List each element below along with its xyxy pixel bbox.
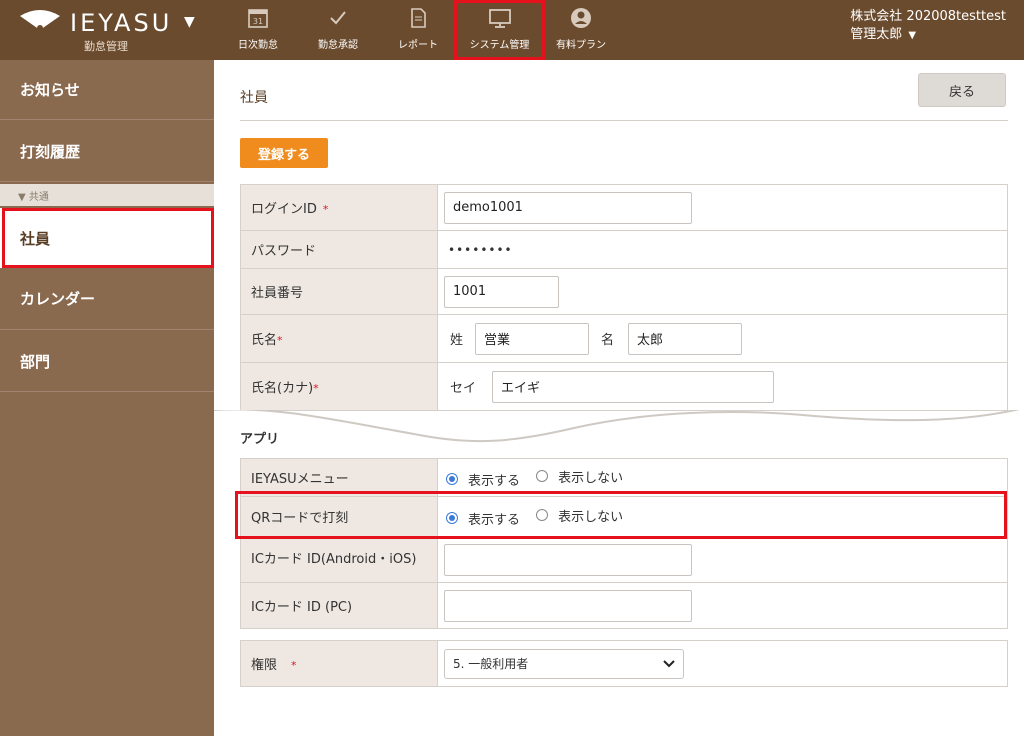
employee-no-input[interactable]: 1001 <box>444 275 559 308</box>
app-logo[interactable]: IEYASU ▼ 勤怠管理 <box>18 6 208 54</box>
qr-punch-show-radio[interactable]: 表示する <box>446 509 520 528</box>
last-name-kana-input[interactable]: エイギ <box>492 370 775 403</box>
permission-label: 権限 * <box>240 640 438 687</box>
brand-name: IEYASU <box>70 9 173 37</box>
qr-punch-hide-radio[interactable]: 表示しない <box>536 506 623 525</box>
employee-form-table: ログインID * demo1001 パスワード •••••••• 社員番号 100… <box>240 184 1008 411</box>
form-row-permission: 権限 * 5. 一般利用者 <box>240 640 1008 687</box>
login-id-label: ログインID * <box>240 184 438 231</box>
form-row-qr-punch: QRコードで打刻 表示する 表示しない <box>240 496 1008 537</box>
sidebar-item-calendar[interactable]: カレンダー <box>0 268 214 330</box>
radio-unselected-icon <box>536 470 549 482</box>
nav-label: 日次勤怠 <box>238 40 278 51</box>
sidebar: お知らせ 打刻履歴 ▼ 共通 社員 カレンダー 部門 <box>0 60 214 736</box>
nav-daily-attendance[interactable]: 31 日次勤怠 <box>222 0 294 60</box>
ic-pc-input[interactable] <box>444 589 692 622</box>
qr-punch-label: QRコードで打刻 <box>240 496 438 537</box>
brand-dropdown-caret-icon[interactable]: ▼ <box>184 14 195 30</box>
main-content: 社員 戻る 登録する ログインID * demo1001 パスワード ••••••… <box>214 60 1024 736</box>
nav-report[interactable]: レポート <box>382 0 454 60</box>
radio-selected-icon <box>446 512 458 524</box>
sidebar-item-label: 部門 <box>20 353 51 371</box>
calendar-icon: 31 <box>247 6 269 30</box>
page-title: 社員 <box>240 90 268 106</box>
name-kana-label: 氏名(カナ)* <box>240 362 438 411</box>
nav-label: 勤怠承認 <box>318 40 358 51</box>
sidebar-item-employees[interactable]: 社員 <box>0 208 214 268</box>
nav-attendance-approval[interactable]: 勤怠承認 <box>298 0 378 60</box>
name-label: 氏名* <box>240 314 438 363</box>
account-menu[interactable]: 株式会社 202008testtest 管理太郎 ▼ <box>850 8 1006 45</box>
radio-selected-icon <box>446 473 458 485</box>
brand-subtitle: 勤怠管理 <box>84 40 128 53</box>
sidebar-item-department[interactable]: 部門 <box>0 332 214 392</box>
sidebar-item-label: カレンダー <box>20 290 96 308</box>
password-value: •••••••• <box>437 230 1008 269</box>
monitor-icon <box>488 6 512 30</box>
user-name: 管理太郎 <box>850 27 903 42</box>
radio-unselected-icon <box>536 509 549 521</box>
nav-system-admin[interactable]: システム管理 <box>454 0 545 60</box>
ic-android-input[interactable] <box>444 543 692 576</box>
nav-label: 有料プラン <box>556 40 606 51</box>
app-section-title: アプリ <box>240 432 280 447</box>
form-row-name: 氏名* 姓 営業 名 太郎 <box>240 314 1008 363</box>
app-settings-table: IEYASUメニュー 表示する 表示しない QRコードで打刻 表示する 表示しな… <box>240 458 1008 629</box>
form-row-name-kana: 氏名(カナ)* セイ エイギ <box>240 362 1008 411</box>
permission-selected-value: 5. 一般利用者 <box>453 657 529 671</box>
sidebar-section-common: ▼ 共通 <box>0 184 214 206</box>
top-header: IEYASU ▼ 勤怠管理 31 日次勤怠 勤怠承認 レポート システム管理 有… <box>0 0 1024 60</box>
chevron-down-icon <box>663 659 675 667</box>
ic-android-label: ICカード ID(Android・iOS) <box>240 536 438 583</box>
ieyasu-menu-label: IEYASUメニュー <box>240 458 438 497</box>
permission-table: 権限 * 5. 一般利用者 <box>240 640 1008 687</box>
document-icon <box>407 6 429 30</box>
ic-pc-label: ICカード ID (PC) <box>240 582 438 629</box>
permission-select[interactable]: 5. 一般利用者 <box>444 648 684 679</box>
login-id-input[interactable]: demo1001 <box>444 191 692 224</box>
fan-logo-icon <box>20 10 60 31</box>
nav-label: レポート <box>398 40 438 51</box>
sei-label: 姓 <box>450 333 464 348</box>
form-row-ic-pc: ICカード ID (PC) <box>240 582 1008 629</box>
back-button[interactable]: 戻る <box>918 73 1006 107</box>
form-row-employee-no: 社員番号 1001 <box>240 268 1008 315</box>
employee-no-label: 社員番号 <box>240 268 438 315</box>
nav-label: システム管理 <box>469 40 530 51</box>
user-circle-icon <box>570 6 592 30</box>
last-name-input[interactable]: 営業 <box>475 322 590 355</box>
form-row-ic-android: ICカード ID(Android・iOS) <box>240 536 1008 583</box>
ieyasu-menu-hide-radio[interactable]: 表示しない <box>536 467 623 486</box>
company-name: 株式会社 202008testtest <box>850 9 1006 24</box>
first-name-input[interactable]: 太郎 <box>628 322 743 355</box>
sidebar-item-notices[interactable]: お知らせ <box>0 60 214 120</box>
sidebar-item-label: 打刻履歴 <box>20 143 81 161</box>
register-button[interactable]: 登録する <box>240 138 328 168</box>
ieyasu-menu-show-radio[interactable]: 表示する <box>446 470 520 489</box>
user-dropdown-caret-icon[interactable]: ▼ <box>908 30 916 41</box>
mei-label: 名 <box>601 333 615 348</box>
sidebar-item-label: 社員 <box>20 229 51 248</box>
sei-kana-label: セイ <box>450 381 477 396</box>
check-icon <box>327 6 349 30</box>
password-label: パスワード <box>240 230 438 269</box>
form-row-ieyasu-menu: IEYASUメニュー 表示する 表示しない <box>240 458 1008 497</box>
sidebar-item-punch-history[interactable]: 打刻履歴 <box>0 122 214 182</box>
form-row-password: パスワード •••••••• <box>240 230 1008 269</box>
svg-text:31: 31 <box>253 17 263 26</box>
title-divider <box>240 120 1008 121</box>
sidebar-item-label: お知らせ <box>20 81 80 99</box>
nav-paid-plan[interactable]: 有料プラン <box>548 0 614 60</box>
form-row-login-id: ログインID * demo1001 <box>240 184 1008 231</box>
